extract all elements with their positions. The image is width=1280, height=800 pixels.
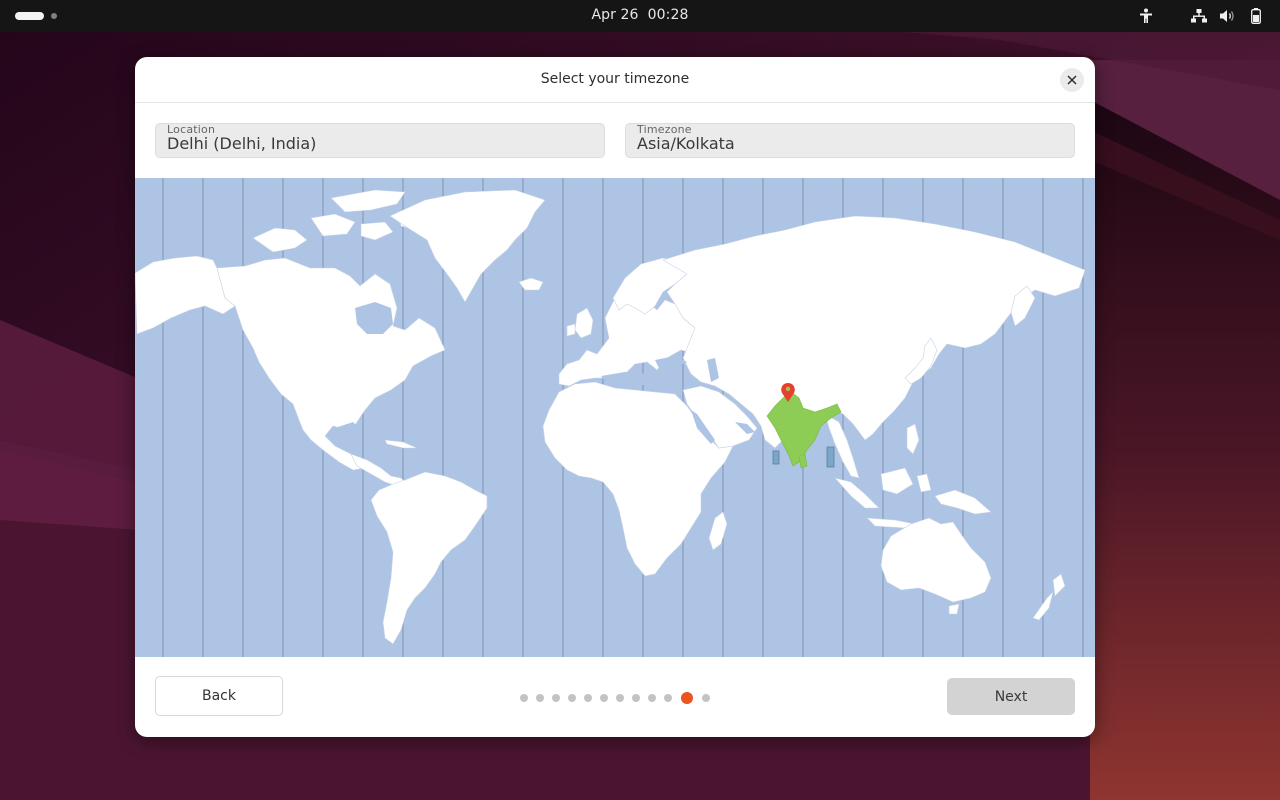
- step-dot-current: [681, 692, 693, 704]
- timezone-fields: Location Delhi (Delhi, India) Timezone A…: [155, 123, 1075, 158]
- dialog-header: Select your timezone: [135, 57, 1095, 103]
- workspace-indicator[interactable]: [51, 13, 57, 19]
- accessibility-icon[interactable]: [1136, 6, 1156, 26]
- step-dot: [584, 694, 592, 702]
- land-australia[interactable]: [880, 517, 992, 603]
- land-madagascar[interactable]: [708, 511, 728, 551]
- back-button[interactable]: Back: [155, 676, 283, 716]
- timezone-map[interactable]: [135, 178, 1095, 657]
- close-button[interactable]: [1060, 68, 1084, 92]
- land-british-isles[interactable]: [566, 307, 594, 339]
- location-field-value[interactable]: Delhi (Delhi, India): [167, 134, 316, 153]
- top-bar: Apr 26 00:28: [0, 0, 1280, 32]
- activities-button[interactable]: [15, 12, 57, 20]
- step-dot: [664, 694, 672, 702]
- clock-date: Apr 26: [591, 7, 639, 23]
- clock-time: 00:28: [647, 7, 689, 23]
- step-dot: [520, 694, 528, 702]
- clock: Apr 26 00:28: [0, 7, 1280, 23]
- land-tasmania[interactable]: [948, 603, 960, 615]
- system-tray[interactable]: [1136, 6, 1266, 26]
- step-dot: [632, 694, 640, 702]
- dialog-title: Select your timezone: [540, 71, 690, 87]
- close-icon: [1067, 75, 1077, 85]
- timezone-dialog: Select your timezone Location Delhi (Del…: [135, 57, 1095, 737]
- workspace-indicator-active[interactable]: [15, 12, 44, 20]
- land-new-zealand[interactable]: [1032, 573, 1066, 621]
- step-dot: [600, 694, 608, 702]
- next-button[interactable]: Next: [947, 678, 1075, 715]
- step-dot: [536, 694, 544, 702]
- land-central-america[interactable]: [350, 453, 408, 487]
- step-dot: [616, 694, 624, 702]
- step-dot: [702, 694, 710, 702]
- battery-icon[interactable]: [1246, 6, 1266, 26]
- land-south-america[interactable]: [370, 471, 488, 645]
- volume-icon[interactable]: [1218, 6, 1238, 26]
- timezone-field[interactable]: Timezone Asia/Kolkata: [625, 123, 1075, 158]
- network-wired-icon[interactable]: [1189, 6, 1209, 26]
- dialog-footer: Back Next: [135, 657, 1095, 737]
- step-progress-indicator: [520, 692, 710, 704]
- timezone-field-value[interactable]: Asia/Kolkata: [637, 134, 735, 153]
- land-philippines[interactable]: [906, 423, 920, 455]
- land-north-america[interactable]: [216, 257, 446, 471]
- step-dot: [648, 694, 656, 702]
- location-field[interactable]: Location Delhi (Delhi, India): [155, 123, 605, 158]
- land-caribbean[interactable]: [384, 439, 418, 449]
- landmasses: [135, 189, 1086, 645]
- step-dot: [568, 694, 576, 702]
- step-dot: [552, 694, 560, 702]
- clock-button[interactable]: Apr 26 00:28: [591, 7, 688, 23]
